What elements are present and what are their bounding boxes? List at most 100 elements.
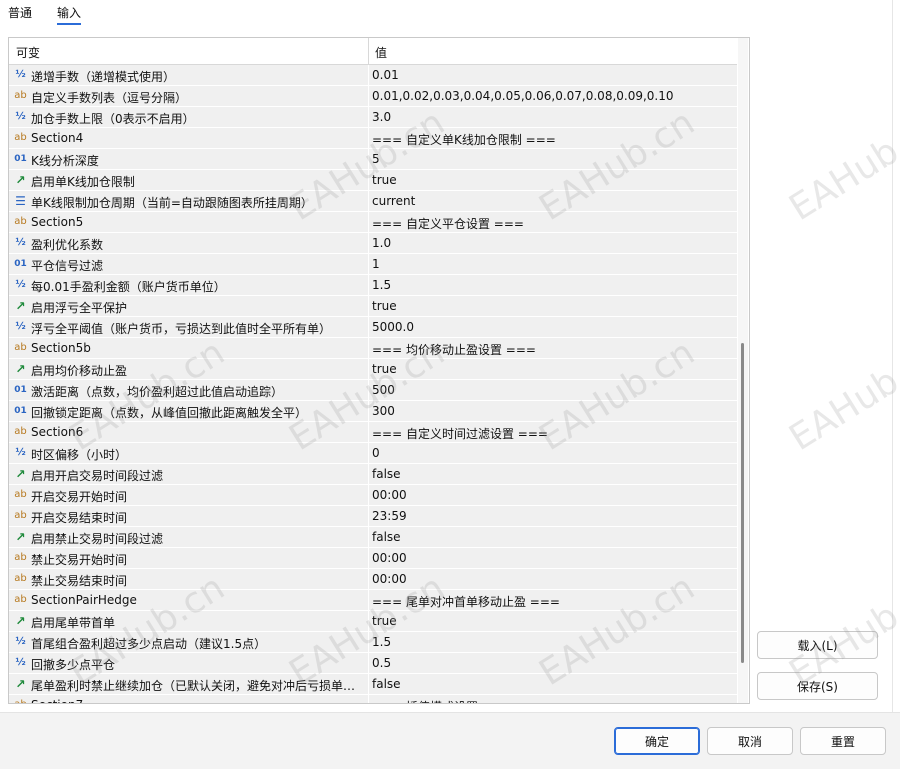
parameter-value[interactable]: 0.01,0.02,0.03,0.04,0.05,0.06,0.07,0.08,… [372,89,732,103]
table-row[interactable]: ↗ 启用尾单带首单 true [9,611,737,632]
table-row[interactable]: ab Section4 === 自定义单K线加仓限制 === [9,128,737,149]
double-type-icon: ½ [15,69,26,80]
cell-divider [368,674,369,695]
table-row[interactable]: 01 K线分析深度 5 [9,149,737,170]
parameter-name: 自定义手数列表（逗号分隔） [31,91,188,105]
string-type-icon: ab [14,510,27,521]
vertical-scrollbar[interactable] [738,38,748,703]
table-row[interactable]: ↗ 启用禁止交易时间段过滤 false [9,527,737,548]
parameter-value[interactable]: true [372,362,732,376]
table-row[interactable]: ½ 盈利优化系数 1.0 [9,233,737,254]
table-row[interactable]: ↗ 启用浮亏全平保护 true [9,296,737,317]
parameter-value[interactable]: 5 [372,152,732,166]
string-type-icon: ab [14,132,27,143]
table-row[interactable]: 01 平仓信号过滤 1 [9,254,737,275]
cancel-button[interactable]: 取消 [707,727,793,755]
table-row[interactable]: ½ 加仓手数上限（0表示不启用） 3.0 [9,107,737,128]
table-row[interactable]: ab Section5 === 自定义平仓设置 === [9,212,737,233]
parameter-value[interactable]: false [372,677,732,691]
table-row[interactable]: ab Section6 === 自定义时间过滤设置 === [9,422,737,443]
table-row[interactable]: ☰ 单K线限制加仓周期（当前=自动跟随图表所挂周期） current [9,191,737,212]
table-row[interactable]: ab 开启交易结束时间 23:59 [9,506,737,527]
table-row[interactable]: ab 禁止交易结束时间 00:00 [9,569,737,590]
string-type-icon: ab [14,573,27,584]
parameter-name: 开启交易结束时间 [31,511,128,525]
cell-divider [368,254,369,275]
table-row[interactable]: abSection7 === 插值模式设置 === [9,695,737,703]
tab-inputs[interactable]: 输入 [57,4,81,21]
parameter-value[interactable]: 0 [372,446,732,460]
boolean-type-icon: ↗ [15,467,26,481]
table-row[interactable]: ab SectionPairHedge === 尾单对冲首单移动止盈 === [9,590,737,611]
parameter-value[interactable]: === 自定义平仓设置 === [372,215,732,232]
parameter-value[interactable]: === 尾单对冲首单移动止盈 === [372,593,732,610]
parameter-value[interactable]: 00:00 [372,488,732,502]
table-row[interactable]: ↗ 启用均价移动止盈 true [9,359,737,380]
table-row[interactable]: ½ 回撤多少点平仓 0.5 [9,653,737,674]
table-row[interactable]: ½ 浮亏全平阈值（账户货币，亏损达到此值时全平所有单） 5000.0 [9,317,737,338]
table-row[interactable]: ↗ 尾单盈利时禁止继续加仓（已默认关闭，避免对冲后亏损单无... false [9,674,737,695]
parameter-value[interactable]: 0.5 [372,656,732,670]
parameter-value[interactable]: 300 [372,404,732,418]
parameter-value[interactable]: 1 [372,257,732,271]
parameter-value[interactable]: 00:00 [372,551,732,565]
reset-button[interactable]: 重置 [800,727,886,755]
parameter-value[interactable]: 00:00 [372,572,732,586]
cell-divider [368,485,369,506]
parameter-value[interactable]: === 自定义单K线加仓限制 === [372,131,732,148]
cell-divider [368,506,369,527]
save-button[interactable]: 保存(S) [757,672,878,700]
parameter-value[interactable]: === 均价移动止盈设置 === [372,341,732,358]
cell-divider [368,233,369,254]
table-row[interactable]: ½ 每0.01手盈利金额（账户货币单位） 1.5 [9,275,737,296]
column-divider[interactable] [368,38,369,64]
load-button[interactable]: 载入(L) [757,631,878,659]
parameter-value[interactable]: false [372,467,732,481]
parameter-value[interactable]: 0.01 [372,68,732,82]
parameter-value[interactable]: 5000.0 [372,320,732,334]
parameter-value[interactable]: true [372,614,732,628]
boolean-type-icon: ↗ [15,173,26,187]
parameter-name: K线分析深度 [31,154,99,168]
table-row[interactable]: ↗ 启用单K线加仓限制 true [9,170,737,191]
table-row[interactable]: ½ 递增手数（递增模式使用） 0.01 [9,65,737,86]
parameter-name: 启用单K线加仓限制 [31,175,135,189]
cell-divider [368,107,369,128]
column-header-value[interactable]: 值 [375,44,387,61]
parameter-value[interactable]: true [372,173,732,187]
scrollbar-thumb[interactable] [741,343,744,663]
parameter-name: Section5 [31,215,84,229]
table-row[interactable]: 01 激活距离（点数，均价盈利超过此值启动追踪） 500 [9,380,737,401]
table-row[interactable]: ab 禁止交易开始时间 00:00 [9,548,737,569]
table-row[interactable]: ab 开启交易开始时间 00:00 [9,485,737,506]
cell-divider [368,359,369,380]
cell-divider [368,527,369,548]
table-row[interactable]: ab Section5b === 均价移动止盈设置 === [9,338,737,359]
parameter-value[interactable]: 1.0 [372,236,732,250]
parameter-value[interactable]: 1.5 [372,278,732,292]
parameter-value[interactable]: 3.0 [372,110,732,124]
parameter-name: Section4 [31,131,84,145]
parameter-name: 盈利优化系数 [31,238,104,252]
string-type-icon: ab [14,594,27,605]
column-header-variable[interactable]: 可变 [16,44,40,61]
tab-bar: 普通 输入 [0,0,900,30]
table-row[interactable]: 01 回撤锁定距离（点数，从峰值回撤此距离触发全平） 300 [9,401,737,422]
parameter-name: 禁止交易开始时间 [31,553,128,567]
tab-common[interactable]: 普通 [8,4,32,21]
parameter-value[interactable]: current [372,194,732,208]
parameter-value[interactable]: 23:59 [372,509,732,523]
table-row[interactable]: ↗ 启用开启交易时间段过滤 false [9,464,737,485]
parameter-value[interactable]: true [372,299,732,313]
parameter-value[interactable]: false [372,530,732,544]
parameter-value[interactable]: === 插值模式设置 === [372,698,732,703]
cell-divider [368,275,369,296]
parameter-name: 激活距离（点数，均价盈利超过此值启动追踪） [31,385,284,399]
ok-button[interactable]: 确定 [614,727,700,755]
table-row[interactable]: ½ 首尾组合盈利超过多少点启动（建议1.5点） 1.5 [9,632,737,653]
parameter-value[interactable]: 1.5 [372,635,732,649]
table-row[interactable]: ½ 时区偏移（小时） 0 [9,443,737,464]
table-row[interactable]: ab 自定义手数列表（逗号分隔） 0.01,0.02,0.03,0.04,0.05,… [9,86,737,107]
parameter-value[interactable]: === 自定义时间过滤设置 === [372,425,732,442]
parameter-value[interactable]: 500 [372,383,732,397]
